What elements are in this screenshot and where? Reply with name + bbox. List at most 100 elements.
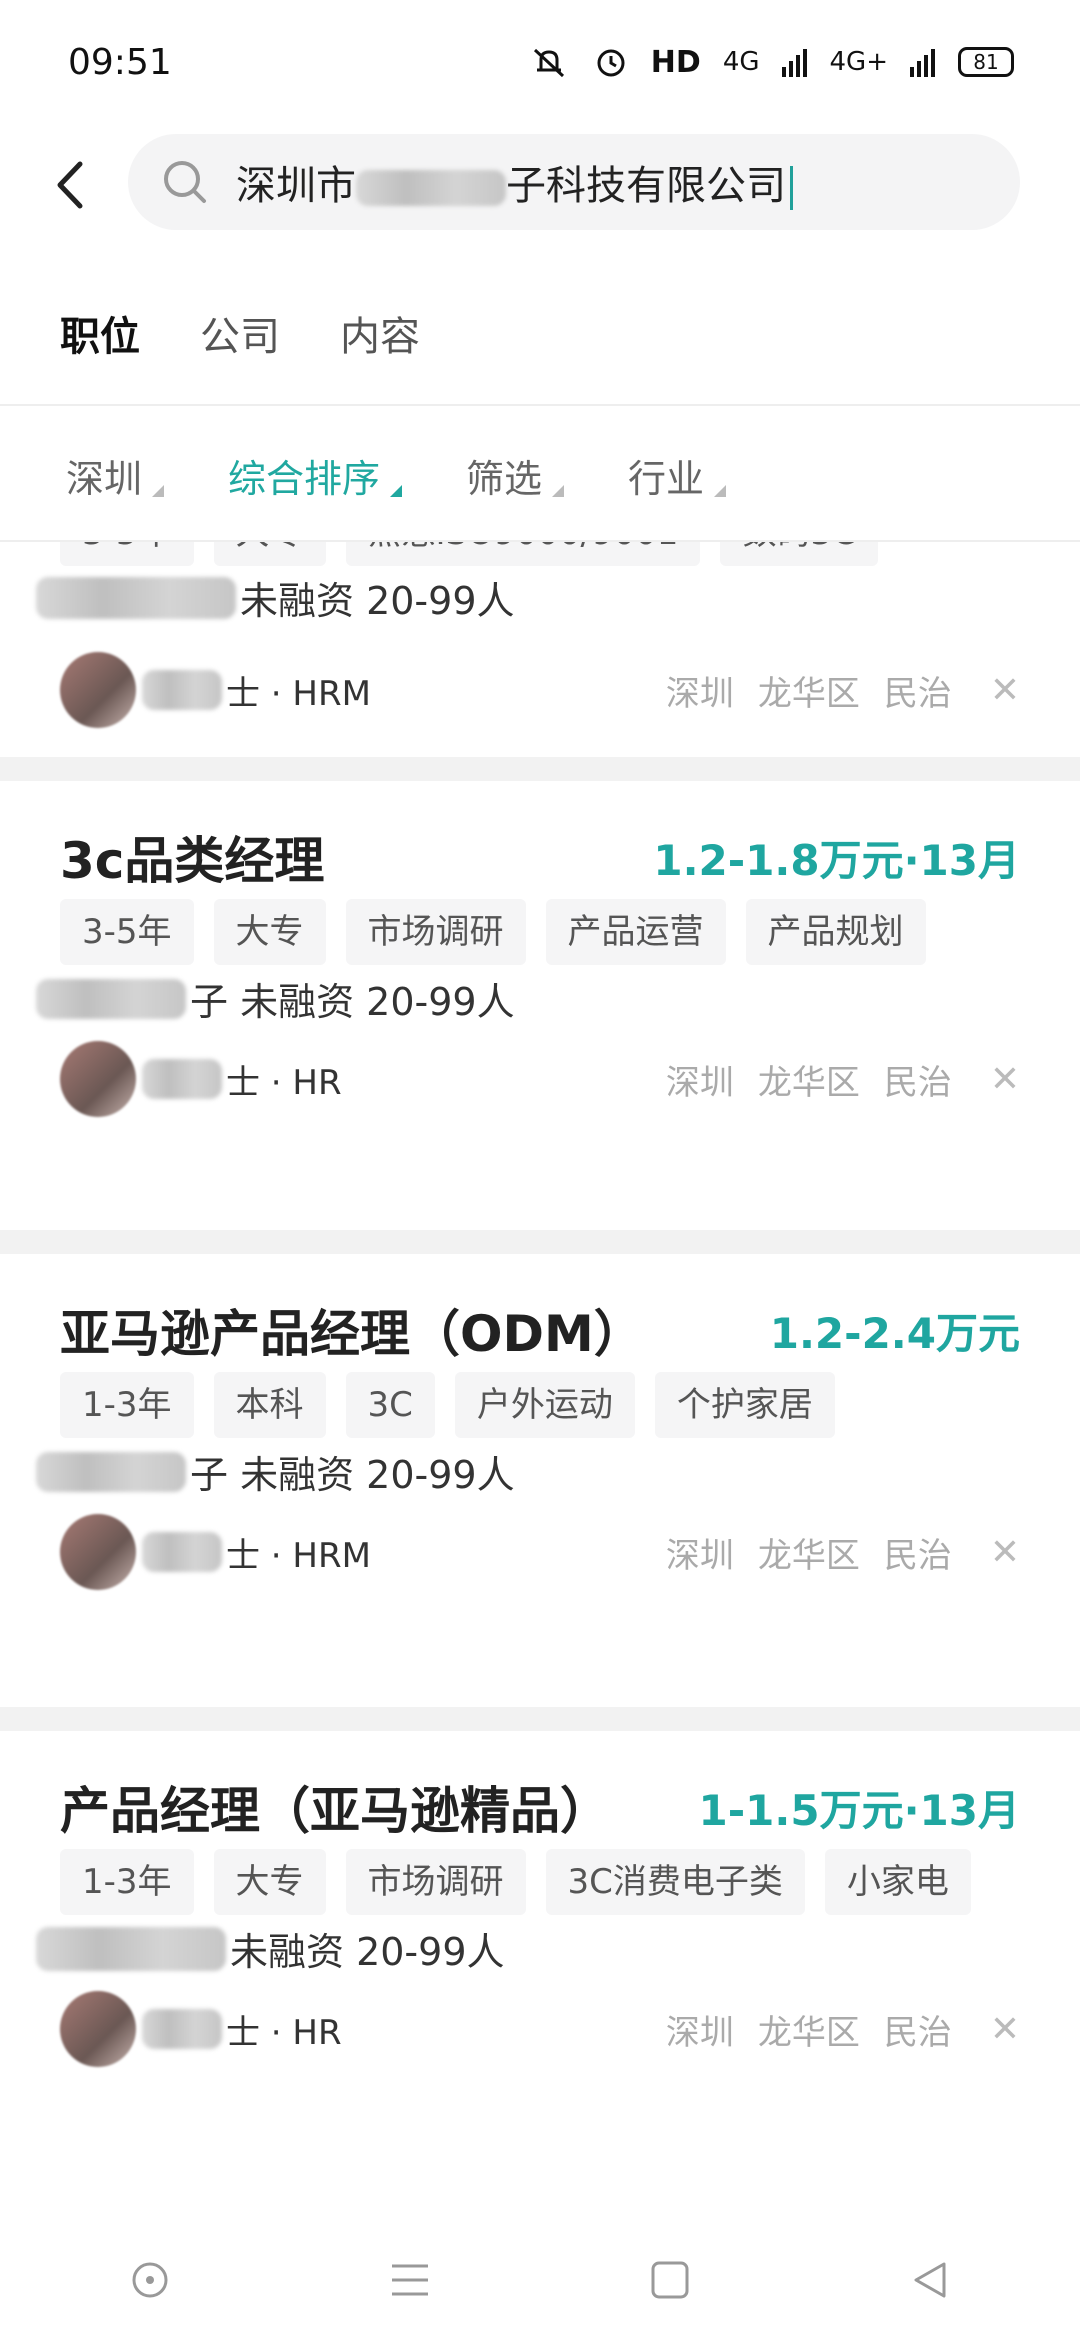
hr-title: 士 · HRM bbox=[226, 673, 371, 714]
filter-industry[interactable]: 行业 bbox=[628, 448, 727, 503]
status-bar: 09:51 HD 4G 4G+ 81 bbox=[0, 0, 1080, 130]
signal-4g-plus-label: 4G+ bbox=[829, 47, 888, 77]
search-icon bbox=[164, 161, 206, 203]
job-card[interactable]: 3-5年 大专 熟悉ISO9000/9001 数码3C 未融资 20-99人 士… bbox=[0, 542, 1080, 757]
hr-row: 士 · HR 深圳 龙华区 民治 ✕ bbox=[60, 1041, 1020, 1117]
location-district: 龙华区 bbox=[757, 1062, 860, 1103]
menu-icon bbox=[392, 2264, 428, 2296]
location-city: 深圳 bbox=[665, 1535, 734, 1576]
location-area: 民治 bbox=[883, 2012, 952, 2053]
menu-button[interactable] bbox=[380, 2250, 440, 2310]
redacted-company-name bbox=[36, 1926, 226, 1971]
filter-sort[interactable]: 综合排序 bbox=[228, 448, 403, 503]
signal-bars-icon bbox=[910, 49, 935, 77]
job-salary: 1.2-2.4万元 bbox=[769, 1308, 1020, 1358]
job-tags: 3-5年 大专 市场调研 产品运营 产品规划 bbox=[60, 899, 926, 965]
hr-info: 士 · HR bbox=[60, 1041, 342, 1117]
tag: 户外运动 bbox=[454, 1372, 635, 1438]
dropdown-triangle-icon bbox=[152, 485, 165, 497]
job-title: 3c品类经理 bbox=[60, 832, 325, 890]
search-query-prefix: 深圳市 bbox=[236, 163, 356, 209]
battery-icon: 81 bbox=[958, 47, 1014, 77]
tab-jobs[interactable]: 职位 bbox=[60, 304, 140, 362]
job-card[interactable]: 产品经理（亚马逊精品） 1-1.5万元·13月 1-3年 大专 市场调研 3C消… bbox=[0, 1731, 1080, 2071]
job-header: 3c品类经理 1.2-1.8万元·13月 bbox=[60, 821, 1020, 893]
filter-bar: 深圳 综合排序 筛选 行业 bbox=[66, 448, 727, 503]
tab-companies[interactable]: 公司 bbox=[200, 304, 280, 362]
hr-title: 士 · HR bbox=[226, 1062, 342, 1103]
search-query: 深圳市 子科技有限公司 bbox=[236, 153, 793, 211]
job-header: 亚马逊产品经理（ODM） 1.2-2.4万元 bbox=[60, 1294, 1020, 1366]
tag: 1-3年 bbox=[60, 1849, 194, 1915]
company-info[interactable]: 子 未融资 20-99人 bbox=[36, 1444, 515, 1499]
card-separator bbox=[0, 1230, 1080, 1254]
back-triangle-icon bbox=[914, 2262, 946, 2298]
status-icons: HD 4G 4G+ 81 bbox=[527, 44, 1014, 80]
location-district: 龙华区 bbox=[757, 2012, 860, 2053]
tag: 产品运营 bbox=[545, 899, 726, 965]
job-card[interactable]: 亚马逊产品经理（ODM） 1.2-2.4万元 1-3年 本科 3C 户外运动 个… bbox=[0, 1254, 1080, 1590]
company-meta: 未融资 20-99人 bbox=[230, 1930, 505, 1974]
tag: 3-5年 bbox=[60, 899, 194, 965]
tag: 熟悉ISO9000/9001 bbox=[345, 542, 701, 566]
location-city: 深圳 bbox=[665, 1062, 734, 1103]
location-area: 民治 bbox=[883, 1535, 952, 1576]
alarm-icon bbox=[597, 49, 625, 77]
battery-level: 81 bbox=[973, 50, 999, 74]
job-tags: 3-5年 大专 熟悉ISO9000/9001 数码3C bbox=[60, 542, 878, 566]
job-tags: 1-3年 本科 3C 户外运动 个护家居 bbox=[60, 1372, 835, 1438]
job-card[interactable]: 3c品类经理 1.2-1.8万元·13月 3-5年 大专 市场调研 产品运营 产… bbox=[0, 781, 1080, 1117]
tab-content[interactable]: 内容 bbox=[340, 304, 420, 362]
company-info[interactable]: 未融资 20-99人 bbox=[36, 1921, 505, 1976]
company-meta: 子 未融资 20-99人 bbox=[190, 1453, 515, 1497]
search-input[interactable]: 深圳市 子科技有限公司 bbox=[128, 134, 1020, 230]
dropdown-triangle-icon bbox=[714, 485, 727, 497]
tag: 个护家居 bbox=[654, 1372, 835, 1438]
signal-4g-label: 4G bbox=[722, 47, 760, 77]
redacted-text bbox=[356, 170, 506, 206]
job-tags: 1-3年 大专 市场调研 3C消费电子类 小家电 bbox=[60, 1849, 971, 1915]
close-icon[interactable]: ✕ bbox=[990, 1059, 1020, 1100]
home-button[interactable] bbox=[640, 2250, 700, 2310]
assistant-button[interactable] bbox=[120, 2250, 180, 2310]
hr-info: 士 · HRM bbox=[60, 652, 371, 728]
redacted-hr-name bbox=[142, 670, 222, 710]
tag: 大专 bbox=[213, 542, 326, 566]
dropdown-triangle-icon bbox=[552, 485, 565, 497]
company-meta: 未融资 20-99人 bbox=[240, 579, 515, 623]
text-caret bbox=[790, 166, 793, 210]
company-info[interactable]: 子 未融资 20-99人 bbox=[36, 971, 515, 1026]
back-nav-button[interactable] bbox=[900, 2250, 960, 2310]
back-arrow-icon bbox=[57, 161, 83, 209]
avatar bbox=[60, 1514, 136, 1590]
hr-info: 士 · HRM bbox=[60, 1514, 371, 1590]
redacted-company-name bbox=[36, 1451, 186, 1492]
tag: 市场调研 bbox=[345, 899, 526, 965]
location-city: 深圳 bbox=[665, 2012, 734, 2053]
hr-row: 士 · HRM 深圳 龙华区 民治 ✕ bbox=[60, 652, 1020, 728]
hr-row: 士 · HRM 深圳 龙华区 民治 ✕ bbox=[60, 1514, 1020, 1590]
job-location: 深圳 龙华区 民治 ✕ bbox=[666, 2005, 1020, 2054]
signal-bars-icon bbox=[781, 49, 807, 77]
back-button[interactable] bbox=[54, 150, 104, 220]
location-city: 深圳 bbox=[665, 673, 734, 714]
filter-city[interactable]: 深圳 bbox=[66, 448, 165, 503]
job-title: 产品经理（亚马逊精品） bbox=[60, 1782, 610, 1840]
close-icon[interactable]: ✕ bbox=[990, 670, 1020, 711]
hr-title: 士 · HR bbox=[226, 2012, 342, 2053]
avatar bbox=[60, 1991, 136, 2067]
hr-info: 士 · HR bbox=[60, 1991, 342, 2067]
job-location: 深圳 龙华区 民治 ✕ bbox=[666, 1055, 1020, 1104]
circle-dot-icon bbox=[132, 2262, 168, 2298]
status-time: 09:51 bbox=[68, 42, 172, 83]
close-icon[interactable]: ✕ bbox=[990, 1532, 1020, 1573]
filter-screen[interactable]: 筛选 bbox=[466, 448, 565, 503]
tag: 数码3C bbox=[720, 542, 878, 566]
close-icon[interactable]: ✕ bbox=[990, 2009, 1020, 2050]
company-info[interactable]: 未融资 20-99人 bbox=[36, 570, 515, 625]
location-district: 龙华区 bbox=[757, 1535, 860, 1576]
avatar bbox=[60, 1041, 136, 1117]
tag: 产品规划 bbox=[745, 899, 926, 965]
search-query-suffix: 子科技有限公司 bbox=[506, 163, 786, 209]
company-meta: 子 未融资 20-99人 bbox=[190, 980, 515, 1024]
